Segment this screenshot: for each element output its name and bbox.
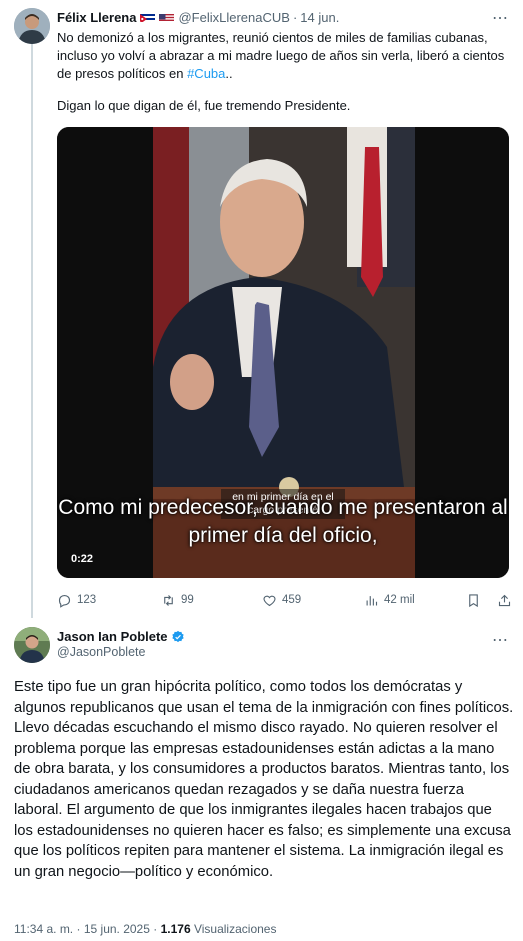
tweet-text-line2: Digan lo que digan de él, fue tremendo P… [57,98,351,113]
reply-icon [58,594,71,608]
like-button[interactable]: 459 [262,590,301,610]
share-button[interactable] [497,590,517,610]
video-subtitle: Como mi predecesor, cuando me presentaro… [58,496,508,547]
author-name[interactable]: Jason Ian Poblete [57,629,168,644]
parent-tweet[interactable]: Félix Llerena @FelixLlerenaCUB · 14 jun.… [0,0,523,618]
tweet-meta: 11:34 a. m. · 15 jun. 2025 · 1.176 Visua… [14,922,276,936]
repost-button[interactable]: 99 [161,590,194,610]
tweet-text-part: No demonizó a los migrantes, reunió cien… [57,30,505,81]
tweet-time[interactable]: 14 jun. [300,10,339,25]
views-count: 1.176 [160,922,191,936]
author-name[interactable]: Félix Llerena [57,10,136,25]
separator: · [292,9,298,25]
separator: · [76,922,81,936]
like-count: 459 [282,594,302,606]
author-row: Jason Ian Poblete [57,628,185,645]
author-handle[interactable]: @FelixLlerenaCUB [178,10,289,25]
views-count: 42 mil [384,594,415,606]
repost-icon [164,594,173,606]
author-handle[interactable]: @JasonPoblete [57,645,145,659]
cuba-flag-icon [140,12,156,22]
separator: · [153,922,158,936]
share-icon [498,594,511,606]
repost-count: 99 [181,594,194,606]
thread-line [31,44,33,618]
views-button[interactable]: 42 mil [364,590,415,610]
tweet-header: Félix Llerena @FelixLlerenaCUB · 14 jun. [57,8,339,26]
action-bar: 123 99 459 42 mil [57,590,511,610]
video-duration: 0:22 [71,553,94,565]
more-icon[interactable]: ⋯ [492,8,509,28]
verified-badge-icon [171,630,184,642]
reply-button[interactable]: 123 [57,590,96,610]
hashtag-link[interactable]: #Cuba [187,66,225,81]
tweet-time[interactable]: 11:34 a. m. [14,922,73,936]
bookmark-icon [469,593,478,607]
avatar[interactable] [14,8,50,44]
like-icon [263,595,276,606]
tweet-body: Este tipo fue un gran hipócrita político… [14,679,514,880]
reply-count: 123 [77,594,97,606]
avatar[interactable] [14,627,50,663]
tweet-date[interactable]: 15 jun. 2025 [84,922,150,936]
more-icon[interactable]: ⋯ [492,630,509,650]
bookmark-button[interactable] [466,590,486,610]
views-icon [366,595,378,605]
video-player[interactable]: en mi primer día en el cargo presenté Co… [57,127,509,578]
views-label: Visualizaciones [193,922,277,936]
tweet-text: No demonizó a los migrantes, reunió cien… [57,29,507,83]
tweet-text-end: .. [225,66,233,81]
usa-flag-icon [159,12,175,22]
